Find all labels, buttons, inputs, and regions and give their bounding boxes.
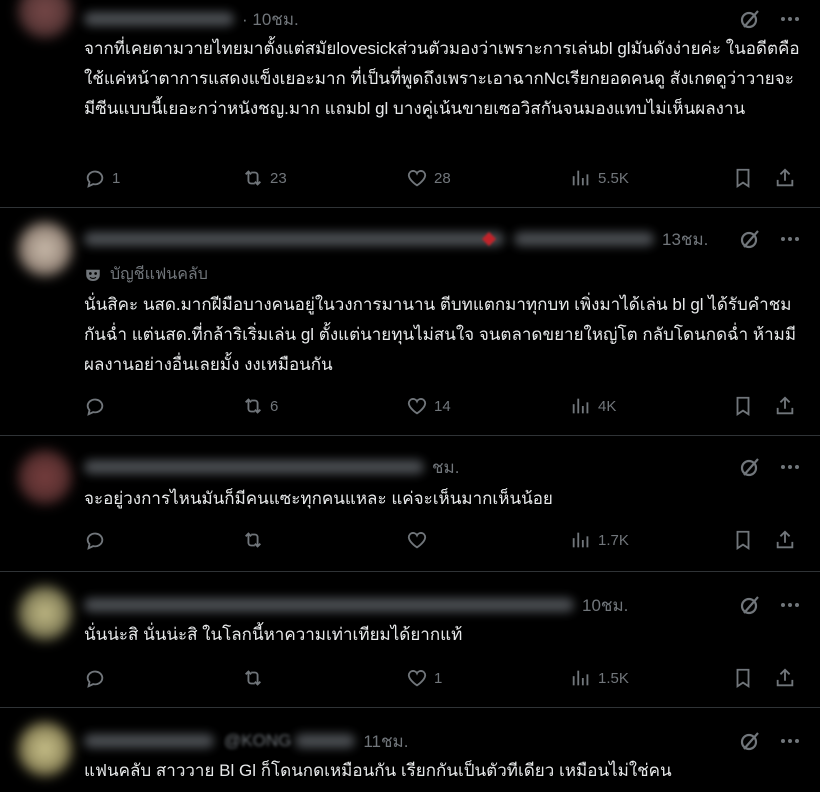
like-button[interactable] <box>406 529 434 551</box>
like-count: 1 <box>434 669 443 687</box>
share-icon <box>776 668 794 687</box>
author-name-blurred[interactable] <box>84 12 234 26</box>
post-time: 10ชม. <box>582 595 629 615</box>
repost-button[interactable] <box>242 667 270 689</box>
repost-icon <box>245 170 261 186</box>
reply-icon <box>86 170 104 188</box>
post-text: นั่นน่ะสิ นั่นน่ะสิ ในโลกนี้หาความเท่าเท… <box>84 625 463 644</box>
like-count: 28 <box>434 169 451 187</box>
like-button[interactable]: 28 <box>406 167 451 189</box>
bookmark-button[interactable] <box>732 167 754 189</box>
post-text: จะอยู่วงการไหนมันก็มีคนแซะทุกคนแหละ แค่จ… <box>84 489 553 508</box>
views-button[interactable]: 1.5K <box>570 667 629 689</box>
like-icon <box>407 398 427 415</box>
views-icon <box>572 532 589 548</box>
share-button[interactable] <box>774 529 796 551</box>
repost-icon <box>245 670 261 686</box>
repost-button[interactable]: 6 <box>242 395 278 417</box>
grok-slash-icon[interactable] <box>738 7 762 31</box>
reply-icon <box>86 670 104 688</box>
bookmark-icon <box>736 168 750 188</box>
more-icon[interactable] <box>780 16 800 22</box>
author-handle[interactable]: @KONG <box>224 731 291 751</box>
post-4[interactable]: 10ชม. นั่นน่ะสิ นั่นน่ะสิ ในโลกนี้หาความ… <box>0 572 820 708</box>
repost-icon <box>245 398 261 414</box>
views-icon <box>572 170 589 186</box>
avatar[interactable] <box>18 222 72 276</box>
bookmark-icon <box>736 396 750 416</box>
author-name-blurred[interactable] <box>84 460 424 474</box>
views-count: 4K <box>598 397 617 415</box>
bookmark-button[interactable] <box>732 667 754 689</box>
repost-icon <box>245 532 261 548</box>
share-icon <box>776 396 794 415</box>
more-icon[interactable] <box>780 464 800 470</box>
share-icon <box>776 168 794 187</box>
post-time: 11ชม. <box>363 731 409 751</box>
post-time: · 10ชม. <box>242 9 299 29</box>
post-time: ชม. <box>432 457 460 477</box>
author-handle-blurred[interactable] <box>514 232 654 246</box>
post-2[interactable]: 13ชม. บัญชีแฟนคลับ นั่นสิคะ นสด.มากฝีมือ… <box>0 208 820 436</box>
share-button[interactable] <box>774 667 796 689</box>
avatar[interactable] <box>18 586 72 640</box>
repost-button[interactable] <box>242 529 270 551</box>
reply-button[interactable] <box>84 395 112 417</box>
fan-account-label: บัญชีแฟนคลับ <box>110 266 208 283</box>
views-button[interactable]: 5.5K <box>570 167 629 189</box>
bookmark-icon <box>736 668 750 688</box>
views-button[interactable]: 1.7K <box>570 529 629 551</box>
post-text: จากที่เคยตามวายไทยมาตั้งแต่สมัยlovesickส… <box>84 39 800 118</box>
post-text: แฟนคลับ สาววาย Bl Gl ก็โดนกดเหมือนกัน เร… <box>84 761 672 780</box>
post-time: 13ชม. <box>662 229 709 249</box>
views-count: 5.5K <box>598 169 629 187</box>
grok-slash-icon[interactable] <box>738 227 762 251</box>
grok-slash-icon[interactable] <box>738 455 762 479</box>
reply-button[interactable] <box>84 667 112 689</box>
share-button[interactable] <box>774 395 796 417</box>
views-count: 1.5K <box>598 669 629 687</box>
share-button[interactable] <box>774 167 796 189</box>
grok-slash-icon[interactable] <box>738 593 762 617</box>
bookmark-icon <box>736 530 750 550</box>
more-icon[interactable] <box>780 738 800 744</box>
views-icon <box>572 670 589 686</box>
like-button[interactable]: 14 <box>406 395 451 417</box>
post-1[interactable]: · 10ชม. จากที่เคยตามวายไทยมาตั้งแต่สมัยl… <box>0 0 820 208</box>
bookmark-button[interactable] <box>732 529 754 551</box>
bookmark-button[interactable] <box>732 395 754 417</box>
avatar[interactable] <box>18 722 72 776</box>
reply-count: 1 <box>112 169 121 187</box>
author-name-blurred[interactable] <box>84 598 574 612</box>
avatar[interactable] <box>18 0 72 38</box>
more-icon[interactable] <box>780 602 800 608</box>
more-icon[interactable] <box>780 236 800 242</box>
repost-count: 6 <box>270 397 279 415</box>
post-text: นั่นสิคะ นสด.มากฝีมือบางคนอยู่ในวงการมาน… <box>84 295 797 374</box>
reply-icon <box>86 398 104 416</box>
like-icon <box>407 670 427 687</box>
share-icon <box>776 530 794 549</box>
views-count: 1.7K <box>598 531 629 549</box>
views-icon <box>572 398 589 414</box>
mask-icon <box>86 269 100 281</box>
like-icon <box>407 532 427 549</box>
grok-slash-icon[interactable] <box>738 729 762 753</box>
like-count: 14 <box>434 397 451 415</box>
author-name-blurred[interactable] <box>84 232 504 246</box>
post-5[interactable]: @KONG 11ชม. แฟนคลับ สาววาย Bl Gl ก็โดนกด… <box>0 708 820 792</box>
reply-button[interactable]: 1 <box>84 167 120 189</box>
views-button[interactable]: 4K <box>570 395 616 417</box>
repost-button[interactable]: 23 <box>242 167 287 189</box>
like-icon <box>407 170 427 187</box>
repost-count: 23 <box>270 169 287 187</box>
avatar[interactable] <box>18 450 72 504</box>
reply-icon <box>86 532 104 550</box>
reply-button[interactable] <box>84 529 112 551</box>
author-name-blurred[interactable] <box>84 734 214 748</box>
like-button[interactable]: 1 <box>406 667 442 689</box>
post-3[interactable]: ชม. จะอยู่วงการไหนมันก็มีคนแซะทุกคนแหละ … <box>0 436 820 572</box>
